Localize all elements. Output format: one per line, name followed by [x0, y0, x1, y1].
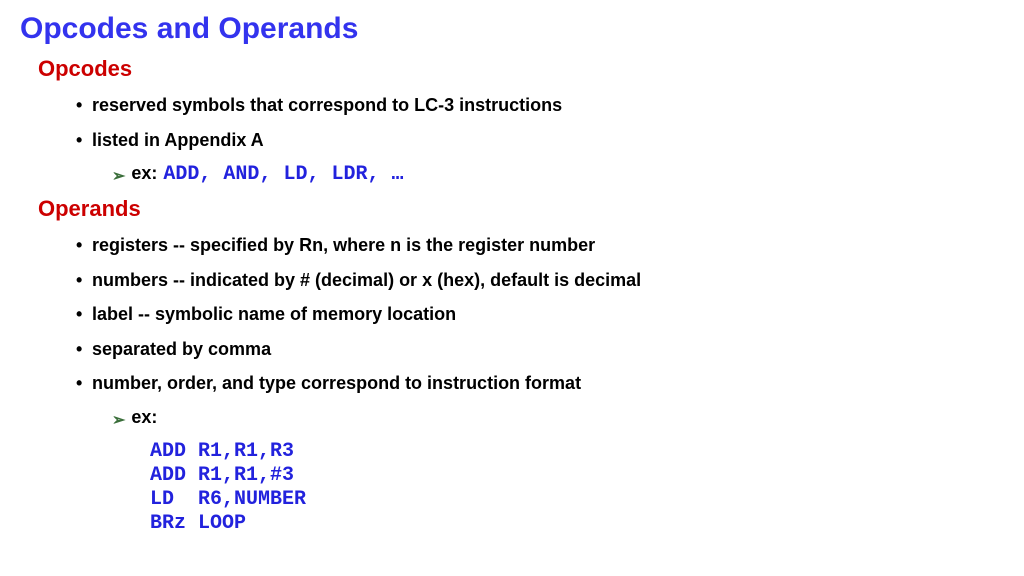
opcodes-example-row: ➢ ex: ADD, AND, LD, LDR, … [112, 163, 1004, 186]
operands-bullet-list: registers -- specified by Rn, where n is… [76, 234, 1004, 395]
operands-heading: Operands [38, 196, 1004, 222]
list-item: registers -- specified by Rn, where n is… [76, 234, 1004, 257]
chevron-icon: ➢ [112, 166, 125, 186]
list-item: separated by comma [76, 338, 1004, 361]
opcodes-heading: Opcodes [38, 56, 1004, 82]
opcodes-example-code: ADD, AND, LD, LDR, … [163, 163, 403, 186]
list-item: reserved symbols that correspond to LC-3… [76, 94, 1004, 117]
slide-title: Opcodes and Operands [20, 12, 1004, 46]
operands-example-row: ➢ ex: [112, 407, 1004, 430]
list-item: numbers -- indicated by # (decimal) or x… [76, 269, 1004, 292]
example-label: ex: [131, 407, 157, 428]
example-label: ex: [131, 163, 157, 184]
operands-example-code: ADD R1,R1,R3 ADD R1,R1,#3 LD R6,NUMBER B… [150, 440, 1004, 536]
opcodes-bullet-list: reserved symbols that correspond to LC-3… [76, 94, 1004, 151]
list-item: listed in Appendix A [76, 129, 1004, 152]
list-item: number, order, and type correspond to in… [76, 372, 1004, 395]
list-item: label -- symbolic name of memory locatio… [76, 303, 1004, 326]
chevron-icon: ➢ [112, 410, 125, 430]
